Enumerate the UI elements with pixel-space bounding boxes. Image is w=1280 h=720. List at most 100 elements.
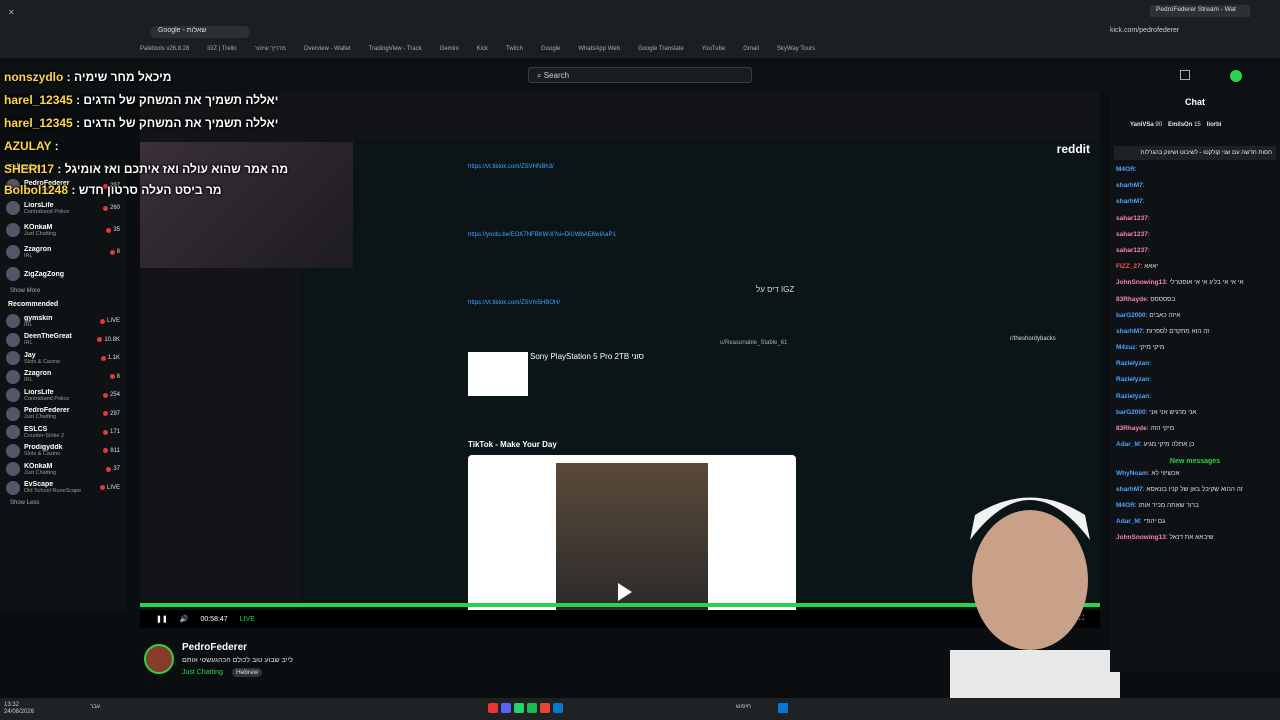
url-bar[interactable]: kick.com/pedrofederer [1110,27,1179,34]
chat-username[interactable]: Adar_M [1116,518,1140,525]
stream-category[interactable]: Just Chatting [182,669,223,676]
tiktok-title[interactable]: TikTok - Make Your Day [468,440,557,449]
reddit-link-1[interactable]: https://vt.tiktok.com/ZSVHNBh3/ [468,164,554,170]
store-icon[interactable] [553,703,564,713]
chat-message[interactable]: 83Rhayde: מיקי הזה [1110,423,1280,439]
chat-username[interactable]: Razielyzan [1116,393,1149,400]
reddit-link-2[interactable]: https://youtu.be/EOK7NFBKW-8?si=DiUWbAE6… [468,232,616,238]
chat-username[interactable]: sharhM7 [1116,328,1143,335]
chat-message[interactable]: sharhM7: זה ההוא שקיבל באן של קניו בונאס… [1110,484,1280,500]
chat-message[interactable]: M4zuz: מיקי מיקי [1110,342,1280,358]
subreddit-item[interactable]: r/theshordybacks [1010,336,1056,342]
whatsapp-icon[interactable] [514,703,525,713]
new-messages-divider[interactable]: New messages [1110,455,1280,468]
bookmark-item[interactable]: Gemini [440,46,459,52]
streamer-name[interactable]: PedroFederer [182,642,247,653]
windows-start-icon[interactable] [778,703,788,713]
chat-message[interactable]: sahar1237: [1110,213,1280,229]
bookmark-item[interactable]: Paletools v26.8.28 [140,46,189,52]
chat-message[interactable]: sahar1237: [1110,229,1280,245]
streamer-avatar[interactable] [144,644,174,674]
bookmark-item[interactable]: TradingView - Track [369,46,422,52]
chat-username[interactable]: M4OR [1116,502,1135,509]
chat-message[interactable]: WhyNoam: אכשיווי לא [1110,468,1280,484]
show-more-button[interactable]: Show More [0,285,126,297]
chat-message[interactable]: barG2000: איזה כאבים [1110,310,1280,326]
spotify-icon[interactable] [527,703,538,713]
channel-item[interactable]: KOnkaM Just Chatting 37 [0,460,126,479]
chat-username[interactable]: 83Rhayde [1116,425,1147,432]
bookmark-item[interactable]: iGZ | Trello [207,46,236,52]
chat-username[interactable]: JohnSnowing13 [1116,534,1166,541]
show-less-button[interactable]: Show Less [0,497,126,509]
chat-username[interactable]: barG2000 [1116,409,1146,416]
chat-username[interactable]: sahar1237 [1116,231,1148,238]
bookmark-item[interactable]: Google Translate [638,46,684,52]
pinned-message[interactable]: חסות חדשה עם שני קולקטו - לשיבוט ושיווק … [1114,146,1276,160]
top-user[interactable]: EmilsOn 15 [1168,122,1201,134]
chat-message[interactable]: FIZZ_27: יאאא [1110,261,1280,277]
chat-username[interactable]: 83Rhayde [1116,296,1147,303]
bookmark-item[interactable]: Kick [477,46,488,52]
top-user[interactable]: liorbi [1207,122,1222,134]
theater-mode-icon[interactable] [1180,70,1190,80]
chat-username[interactable]: sahar1237 [1116,215,1148,222]
bookmark-item[interactable]: WhatsApp Web [578,46,620,52]
taskbar-search[interactable]: חיפוש [736,704,751,710]
chat-username[interactable]: Razielyzan [1116,360,1149,367]
google-tab[interactable]: Google - שאלות [150,26,250,38]
chat-username[interactable]: sahar1237 [1116,247,1148,254]
chat-message[interactable]: barG2000: אני מרגיש אני אני [1110,407,1280,423]
chat-username[interactable]: Adar_M [1116,441,1140,448]
channel-item[interactable]: PedroFederer Just Chatting 297 [0,405,126,424]
channel-item[interactable]: ZigZagZong [0,263,126,285]
search-input[interactable]: ⌕ Search [528,67,752,83]
channel-item[interactable]: Prodigyddk Slots & Casino 811 [0,442,126,461]
chat-message[interactable]: sharhM7: [1110,180,1280,196]
bookmark-item[interactable]: מדריך שיפור [255,46,286,52]
post-title[interactable]: Sony PlayStation 5 Pro 2TB סוני [530,352,644,361]
chat-message[interactable]: Razielyzan: [1110,358,1280,374]
chat-username[interactable]: Razielyzan [1116,376,1149,383]
bookmark-item[interactable]: Twitch [506,46,523,52]
top-user[interactable]: YaniVSa 90 [1130,122,1162,134]
chat-message[interactable]: M4OR: ברור שאתה מכיר אותו [1110,500,1280,516]
channel-item[interactable]: gymskin IRL LIVE [0,312,126,331]
chrome-icon[interactable] [540,703,551,713]
chat-username[interactable]: barG2000 [1116,312,1146,319]
channel-item[interactable]: LiorsLife Contraband Police 254 [0,386,126,405]
bookmark-item[interactable]: YouTube [702,46,726,52]
chat-username[interactable]: JohnSnowing13 [1116,279,1166,286]
active-tab[interactable]: PedroFederer Stream - Wat [1150,5,1250,17]
channel-item[interactable]: LiorsLife Contraband Police 260 [0,197,126,219]
reddit-link-3[interactable]: https://vt.tiktok.com/ZSVm5HBOH/ [468,300,560,306]
chat-username[interactable]: FIZZ_27 [1116,263,1141,270]
close-icon[interactable]: ✕ [8,8,16,17]
chat-message[interactable]: Razielyzan: [1110,391,1280,407]
channel-item[interactable]: ESLCS Counter-Strike 2 171 [0,423,126,442]
discord-icon[interactable] [501,703,512,713]
play-icon[interactable] [618,583,632,601]
chat-message[interactable]: 83Rhayde: בססססס [1110,294,1280,310]
chat-message[interactable]: M4OR: [1110,164,1280,180]
chat-message[interactable]: sharhM7: [1110,196,1280,212]
channel-item[interactable]: Zzagron IRL 8 [0,368,126,387]
app-icon[interactable] [488,703,498,713]
channel-item[interactable]: Zzagron IRL 8 [0,241,126,263]
chat-message[interactable]: Adar_M: גם יהודי [1110,516,1280,532]
chat-message[interactable]: JohnSnowing13: שיבאא את דנאל [1110,532,1280,548]
channel-item[interactable]: Jay Slots & Casino 1.1K [0,349,126,368]
chat-username[interactable]: M4OR [1116,166,1135,173]
language-tag[interactable]: Hebrew [232,668,263,677]
chat-username[interactable]: M4zuz [1116,344,1136,351]
channel-item[interactable]: KOnkaM Just Chatting 35 [0,219,126,241]
chat-message[interactable]: sharhM7: זה הוא מתקדם לספרות [1110,326,1280,342]
bookmark-item[interactable]: Gmail [743,46,759,52]
volume-icon[interactable]: 🔊 [180,615,189,623]
lang-indicator[interactable]: עבר [90,704,100,710]
chat-username[interactable]: sharhM7 [1116,198,1143,205]
chat-message[interactable]: sahar1237: [1110,245,1280,261]
chat-message[interactable]: Razielyzan: [1110,374,1280,390]
chat-username[interactable]: WhyNoam [1116,470,1148,477]
chat-username[interactable]: sharhM7 [1116,182,1143,189]
